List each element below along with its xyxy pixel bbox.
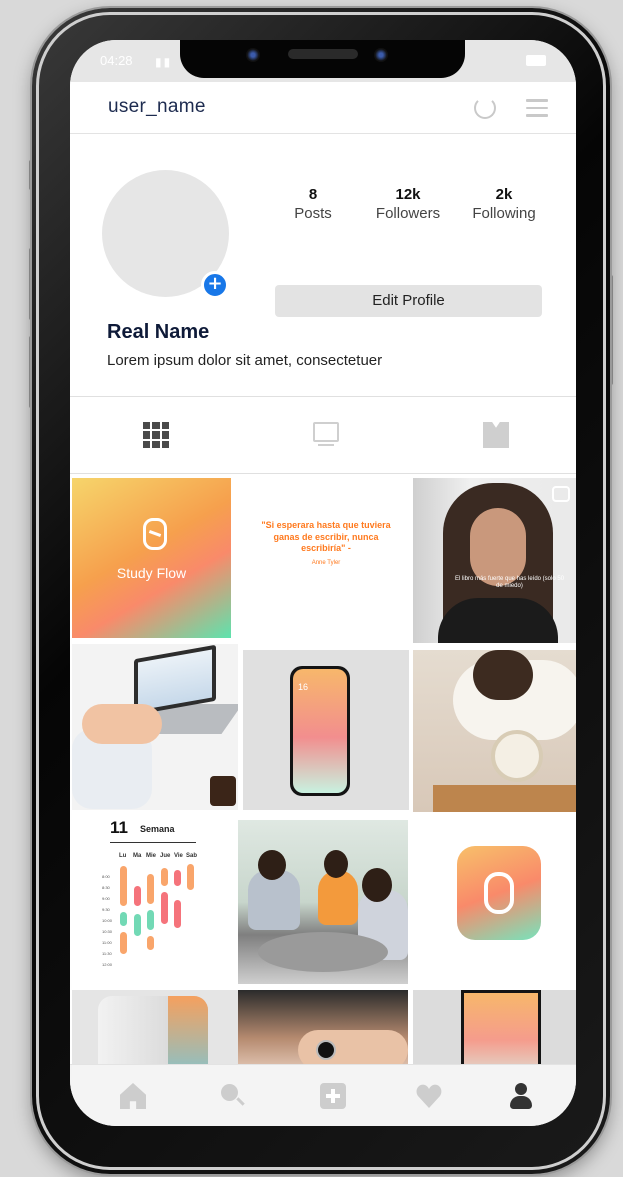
edit-profile-button[interactable]: Edit Profile: [275, 285, 542, 317]
hour-label: 9:30: [102, 907, 110, 912]
profile-icon[interactable]: [508, 1083, 534, 1109]
hour-label: 8:00: [102, 874, 110, 879]
profile-section: + 8 Posts 12k Followers 2k Following Edi…: [70, 134, 576, 396]
study-flow-app-icon: [457, 846, 541, 940]
heart-icon[interactable]: [416, 1083, 442, 1109]
stat-following[interactable]: 2k Following: [464, 186, 544, 222]
hour-label: 12:00: [102, 962, 113, 967]
post-tile[interactable]: 16: [243, 650, 409, 810]
weekday-label: Vie: [174, 853, 183, 859]
tagged-icon[interactable]: [483, 422, 509, 448]
camera-icon: [246, 48, 260, 62]
stat-followers[interactable]: 12k Followers: [368, 186, 448, 222]
schedule-title: Semana: [140, 824, 175, 834]
post-tile[interactable]: [413, 650, 576, 812]
stat-label: Followers: [375, 205, 441, 222]
real-name: Real Name: [107, 321, 210, 343]
home-icon[interactable]: [120, 1083, 146, 1109]
weekday-label: Mie: [146, 853, 157, 859]
weekday-label: Lu: [119, 853, 127, 859]
weekday-label: Sab: [186, 853, 198, 859]
menu-icon[interactable]: [526, 99, 548, 117]
battery-icon: [526, 55, 546, 66]
alarm-clock-icon: [491, 730, 543, 782]
username: user_name: [108, 96, 206, 117]
post-tile[interactable]: "Si esperara hasta que tuviera ganas de …: [243, 478, 409, 641]
status-time: 04:28: [100, 53, 133, 68]
speaker: [288, 49, 358, 59]
bio: Lorem ipsum dolor sit amet, consectetuer: [107, 352, 383, 369]
notch: [180, 40, 465, 78]
add-icon[interactable]: [320, 1083, 346, 1109]
post-tile[interactable]: [413, 990, 576, 1064]
hour-label: 10:00: [102, 918, 113, 923]
weekday-label: Jue: [160, 853, 171, 859]
post-tile[interactable]: [238, 990, 408, 1064]
stat-posts[interactable]: 8 Posts: [285, 186, 341, 222]
post-caption: El libro más fuerte que has leído (solo …: [454, 576, 565, 590]
hour-label: 11:00: [102, 940, 112, 945]
post-quote: "Si esperara hasta que tuviera ganas de …: [261, 520, 391, 554]
schedule-day: 11: [110, 818, 128, 837]
posts-grid: Study Flow "Si esperara hasta que tuvier…: [70, 474, 576, 1064]
stat-value: 8: [308, 186, 318, 203]
grid-icon[interactable]: [143, 422, 169, 448]
post-quote-author: Anne Tyler: [311, 560, 341, 566]
post-tile[interactable]: [72, 644, 238, 810]
reel-icon: [552, 486, 570, 502]
post-tile[interactable]: El libro más fuerte que has leído (solo …: [413, 478, 576, 643]
add-story-icon[interactable]: +: [201, 271, 229, 299]
post-tile[interactable]: [413, 814, 576, 984]
stat-value: 12k: [395, 186, 421, 203]
refresh-icon[interactable]: [474, 97, 496, 119]
hour-label: 10:30: [102, 929, 113, 934]
post-caption: Study Flow: [116, 565, 187, 581]
watch-icon: [316, 1040, 336, 1060]
phone-screen: 04:28 ▮▮ user_name + 8 Posts 12k Followe…: [70, 40, 576, 1126]
post-tile[interactable]: 11 Semana Lu Ma Mie Jue Vie Sab 8:00 8:3…: [72, 814, 238, 984]
hour-label: 9:00: [102, 896, 110, 901]
camera-icon: [374, 48, 388, 62]
weekday-label: Ma: [133, 853, 142, 859]
signal-icon: ▮▮: [155, 55, 173, 69]
post-tile[interactable]: [238, 820, 408, 984]
search-icon[interactable]: [220, 1083, 246, 1109]
hour-label: 11:30: [102, 951, 112, 956]
stat-label: Posts: [294, 205, 332, 222]
feed-icon[interactable]: [313, 422, 339, 446]
top-bar: user_name: [70, 82, 576, 134]
profile-tabs: [70, 396, 576, 474]
hourglass-logo-icon: [143, 518, 167, 550]
post-tile[interactable]: Study Flow: [72, 478, 231, 638]
phone-date: 16: [298, 682, 309, 692]
hour-label: 8:30: [102, 885, 110, 890]
stat-value: 2k: [495, 186, 513, 203]
stat-label: Following: [472, 205, 536, 222]
bottom-nav: [70, 1064, 576, 1126]
post-tile[interactable]: [72, 990, 238, 1064]
